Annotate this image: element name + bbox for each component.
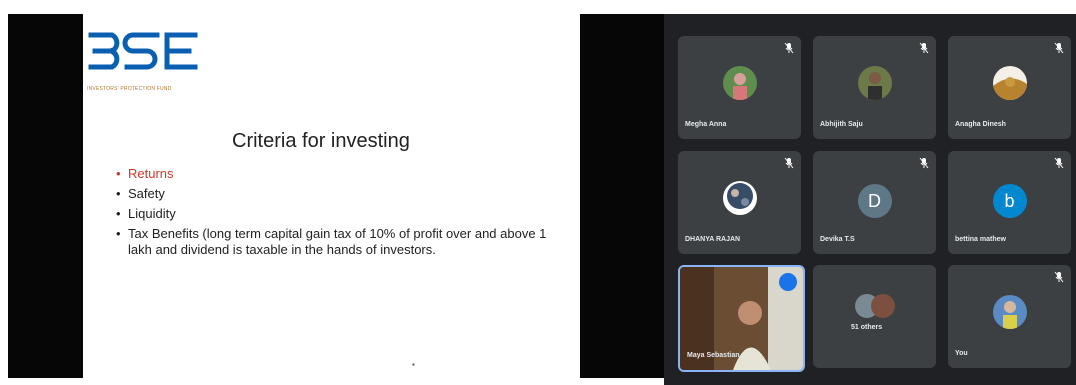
avatar: [857, 66, 892, 100]
bullet-tax-benefits: • Tax Benefits (long term capital gain ta…: [116, 226, 547, 257]
bullet-text: Safety: [128, 186, 165, 201]
participant-tile[interactable]: DHANYA RAJAN: [678, 151, 801, 254]
mic-off-icon: [1054, 157, 1064, 169]
slide-marker: ▪: [412, 360, 415, 369]
participant-tile[interactable]: You: [948, 265, 1071, 368]
participant-name: You: [955, 350, 968, 357]
bse-logo: [88, 32, 198, 70]
avatar: [722, 181, 757, 215]
mic-off-icon: [919, 157, 929, 169]
others-tile[interactable]: 51 others: [813, 265, 936, 368]
bullet-text: Liquidity: [128, 206, 176, 221]
speaking-icon: [779, 273, 797, 291]
bullet-text: Returns: [128, 166, 174, 181]
avatar: [722, 66, 757, 100]
presentation-slide: INVESTORS' PROTECTION FUND Criteria for …: [83, 14, 580, 378]
mic-off-icon: [919, 42, 929, 54]
mic-off-icon: [784, 157, 794, 169]
others-label: 51 others: [851, 324, 883, 331]
mic-off-icon: [1054, 271, 1064, 283]
participant-name: Anagha Dinesh: [955, 121, 1006, 128]
mic-off-icon: [784, 42, 794, 54]
bullet-safety: • Safety: [116, 186, 165, 201]
mic-off-icon: [1054, 42, 1064, 54]
logo-subtitle: INVESTORS' PROTECTION FUND: [87, 86, 172, 92]
active-speaker-tile[interactable]: Maya Sebastian: [678, 265, 805, 372]
participant-gallery: Megha Anna Abhijith Saju Anagha Dinesh D…: [664, 14, 1076, 385]
meeting-screen: INVESTORS' PROTECTION FUND Criteria for …: [0, 0, 1076, 385]
bullet-returns: • Returns: [116, 166, 174, 181]
group-avatar: [855, 294, 895, 318]
participant-name: bettina mathew: [955, 236, 1006, 243]
participant-tile[interactable]: Megha Anna: [678, 36, 801, 139]
avatar: [992, 295, 1027, 329]
participant-name: Megha Anna: [685, 121, 727, 128]
letter-avatar: b: [992, 184, 1027, 218]
participant-name: Maya Sebastian: [687, 352, 740, 359]
participant-tile[interactable]: Anagha Dinesh: [948, 36, 1071, 139]
participant-tile[interactable]: D Devika T.S: [813, 151, 936, 254]
participant-tile[interactable]: b bettina mathew: [948, 151, 1071, 254]
bullet-list: • Returns • Safety • Liquidity • Tax Benefit…: [116, 166, 566, 258]
participant-name: Devika T.S: [820, 236, 855, 243]
participant-tile[interactable]: Abhijith Saju: [813, 36, 936, 139]
participant-name: DHANYA RAJAN: [685, 236, 741, 243]
bullet-liquidity: • Liquidity: [116, 206, 176, 221]
avatar: [992, 66, 1027, 100]
bullet-text: Tax Benefits (long term capital gain tax…: [128, 226, 547, 257]
slide-title: Criteria for investing: [232, 130, 410, 152]
participant-name: Abhijith Saju: [820, 121, 863, 128]
letter-avatar: D: [857, 184, 892, 218]
